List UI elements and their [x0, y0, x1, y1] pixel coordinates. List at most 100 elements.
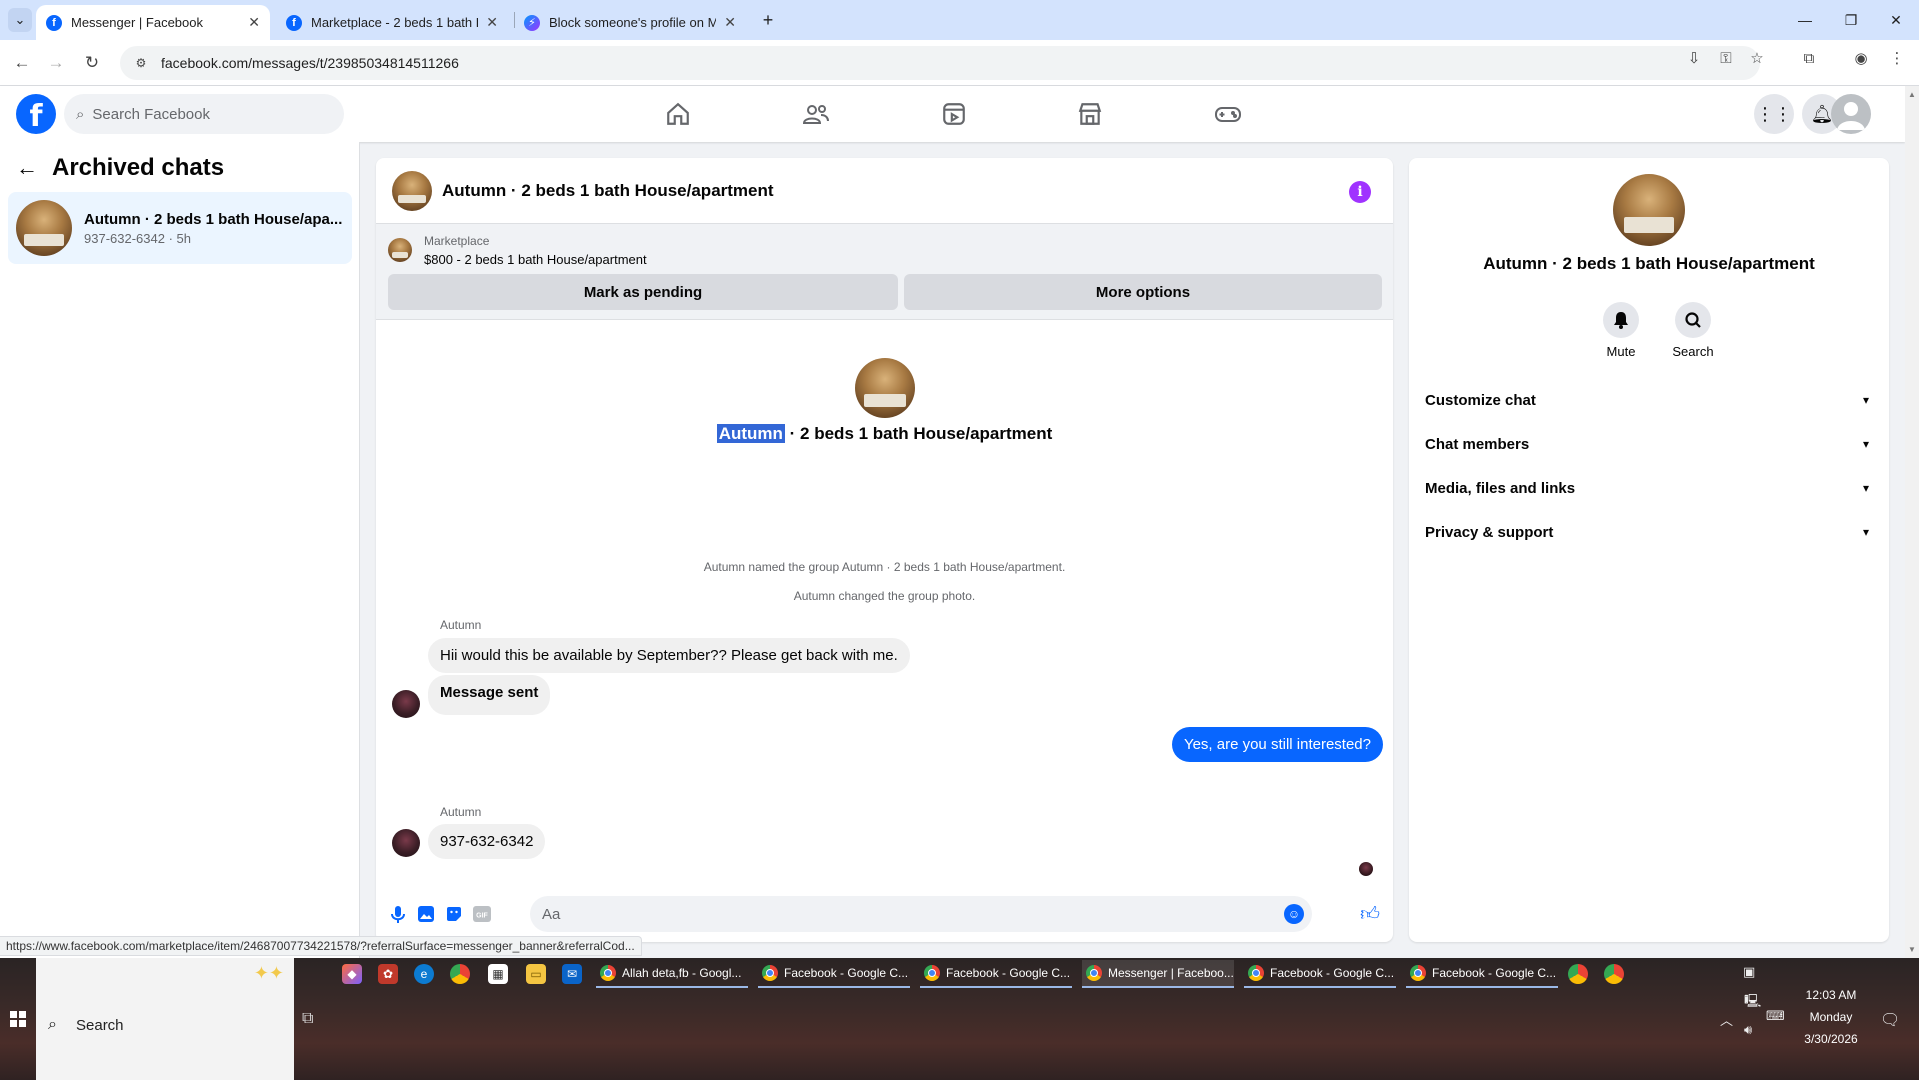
file-explorer-icon[interactable]: ▭ — [526, 964, 546, 984]
system-clock[interactable]: 12:03 AM Monday 3/30/2026 — [1790, 984, 1872, 1050]
tab-marketplace[interactable]: f Marketplace - 2 beds 1 bath Ho ✕ — [276, 5, 508, 40]
photo-gallery-icon[interactable] — [416, 904, 436, 924]
taskbar-app-title: Facebook - Google C... — [946, 966, 1071, 980]
thumbs-up-icon[interactable]: 👍︎ — [1360, 904, 1380, 925]
close-tab-icon[interactable]: ✕ — [724, 14, 736, 31]
mute-label: Mute — [1606, 344, 1636, 359]
extensions-icon[interactable]: ⧉ — [1800, 49, 1818, 67]
message-input-placeholder: Aa — [542, 905, 561, 923]
sender-avatar[interactable] — [392, 829, 420, 857]
privacy-support-section[interactable]: Privacy & support ▾ — [1425, 514, 1875, 550]
back-arrow-icon[interactable]: ← — [16, 155, 38, 181]
chat-list-item[interactable]: Autumn · 2 beds 1 bath House/apa... 937-… — [8, 192, 352, 264]
site-info-icon[interactable]: ⚙ — [133, 55, 149, 71]
taskbar-app-title: Facebook - Google C... — [784, 966, 909, 980]
forward-icon[interactable]: → — [44, 51, 68, 75]
taskbar-app-chrome[interactable]: Facebook - Google C... — [758, 960, 910, 988]
profile-icon[interactable]: ◉ — [1852, 49, 1870, 67]
scroll-down-arrow-icon[interactable]: ▼ — [1908, 945, 1916, 954]
taskbar-app-chrome[interactable]: Facebook - Google C... — [920, 960, 1072, 988]
listing-title[interactable]: $800 - 2 beds 1 bath House/apartment — [424, 252, 647, 267]
taskbar-app-chrome-active[interactable]: Messenger | Faceboo... — [1082, 960, 1234, 988]
scroll-up-arrow-icon[interactable]: ▲ — [1908, 90, 1916, 99]
chrome-icon[interactable] — [1604, 964, 1624, 984]
search-in-chat-button[interactable]: Search — [1663, 302, 1723, 359]
close-tab-icon[interactable]: ✕ — [248, 14, 260, 31]
pinned-app-icon[interactable]: ✿ — [378, 964, 398, 984]
sender-avatar[interactable] — [392, 690, 420, 718]
chrome-icon[interactable] — [1568, 964, 1588, 984]
windows-taskbar: ⌕ Search ✦✦ ⧉ ◆ ✿ e ▦ ▭ ✉ Allah deta,fb … — [0, 958, 1919, 1080]
nav-gaming-icon[interactable] — [1172, 86, 1284, 142]
mark-as-pending-button[interactable]: Mark as pending — [388, 274, 898, 310]
tab-search-dropdown-icon[interactable]: ⌄ — [8, 8, 32, 32]
microsoft-store-icon[interactable]: ▦ — [488, 964, 508, 984]
close-window-icon[interactable]: ✕ — [1873, 0, 1919, 40]
media-files-links-section[interactable]: Media, files and links ▾ — [1425, 470, 1875, 506]
network-icon[interactable]: 🖳︎ — [1744, 992, 1761, 1014]
tab-block-profile[interactable]: ⚡ Block someone's profile on Mes ✕ — [514, 5, 746, 40]
restore-icon[interactable]: ❐ — [1828, 0, 1874, 40]
password-key-icon[interactable]: ⚿ — [1717, 49, 1735, 67]
chevron-down-icon: ▾ — [1862, 393, 1869, 407]
menu-grid-icon[interactable]: ⋮⋮ — [1754, 94, 1794, 134]
conversation-avatar[interactable] — [392, 170, 432, 211]
tab-messenger[interactable]: f Messenger | Facebook ✕ — [36, 5, 270, 40]
message-bubble[interactable]: 937-632-6342 — [428, 824, 546, 859]
group-name: Autumn · 2 beds 1 bath House/apartment — [716, 424, 1052, 444]
nav-friends-icon[interactable] — [760, 86, 872, 142]
sticker-icon[interactable] — [444, 904, 464, 924]
listing-thumbnail[interactable] — [388, 238, 412, 262]
gif-icon[interactable]: GIF — [472, 904, 492, 924]
menu-kebab-icon[interactable]: ⋮ — [1888, 49, 1906, 67]
account-avatar[interactable] — [1831, 94, 1871, 134]
emoji-icon[interactable]: ☺ — [1284, 904, 1304, 924]
more-options-button[interactable]: More options — [904, 274, 1382, 310]
meet-now-icon[interactable]: ▣ — [1743, 964, 1755, 980]
outlook-icon[interactable]: ✉ — [562, 964, 582, 984]
facebook-search-box[interactable]: ⌕ Search Facebook — [64, 94, 344, 134]
bookmark-star-icon[interactable]: ☆ — [1748, 49, 1766, 67]
edge-browser-icon[interactable]: e — [414, 964, 434, 984]
page-scrollbar[interactable]: ▲ ▼ — [1905, 86, 1919, 958]
windows-start-icon[interactable] — [0, 958, 36, 1080]
keyboard-icon[interactable]: ⌨ — [1766, 1008, 1785, 1024]
notification-center-icon[interactable]: 🗨︎ — [1880, 1010, 1900, 1030]
my-message-bubble[interactable]: Yes, are you still interested? — [1171, 727, 1383, 762]
close-tab-icon[interactable]: ✕ — [486, 14, 498, 31]
task-view-icon[interactable]: ⧉ — [302, 1010, 313, 1028]
conversation-title[interactable]: Autumn · 2 beds 1 bath House/apartment — [442, 181, 774, 201]
search-placeholder[interactable]: Search Facebook — [92, 106, 210, 123]
nav-home-icon[interactable] — [622, 86, 734, 142]
volume-icon[interactable]: 🔊︎ — [1744, 1022, 1752, 1038]
url-text[interactable]: facebook.com/messages/t/2398503481451126… — [161, 55, 459, 71]
copilot-app-icon[interactable]: ◆ — [342, 964, 362, 984]
chat-members-section[interactable]: Chat members ▾ — [1425, 426, 1875, 462]
facebook-header: f ⌕ Search Facebook ⋮⋮ 🔔︎ — [0, 86, 1905, 142]
taskbar-app-chrome[interactable]: Facebook - Google C... — [1406, 960, 1558, 988]
taskbar-search-box[interactable]: ⌕ Search ✦✦ — [36, 958, 294, 1080]
link-status-bar: https://www.facebook.com/marketplace/ite… — [0, 936, 642, 956]
message-input[interactable]: Aa ☺ — [530, 896, 1312, 932]
section-label: Chat members — [1425, 435, 1530, 453]
nav-marketplace-icon[interactable] — [1034, 86, 1146, 142]
new-tab-icon[interactable]: + — [756, 8, 780, 32]
chrome-icon[interactable] — [450, 964, 470, 984]
nav-video-icon[interactable] — [898, 86, 1010, 142]
minimize-icon[interactable]: — — [1782, 0, 1828, 40]
customize-chat-section[interactable]: Customize chat ▾ — [1425, 382, 1875, 418]
taskbar-app-chrome[interactable]: Allah deta,fb - Googl... — [596, 960, 748, 988]
address-bar[interactable]: ⚙ facebook.com/messages/t/23985034814511… — [120, 46, 1760, 80]
microphone-icon[interactable] — [388, 904, 408, 924]
message-bubble[interactable]: Message sent — [428, 675, 551, 715]
conversation-panel: Autumn · 2 beds 1 bath House/apartment i… — [376, 158, 1393, 942]
mute-button[interactable]: Mute — [1591, 302, 1651, 359]
facebook-logo-icon[interactable]: f — [16, 94, 56, 134]
message-bubble[interactable]: Hii would this be available by September… — [428, 638, 910, 673]
install-app-icon[interactable]: ⇩ — [1685, 49, 1703, 67]
info-icon[interactable]: i — [1349, 181, 1371, 203]
back-icon[interactable]: ← — [10, 51, 34, 75]
show-hidden-icons-chevron-icon[interactable]: ︿ — [1720, 1010, 1733, 1029]
taskbar-app-chrome[interactable]: Facebook - Google C... — [1244, 960, 1396, 988]
reload-icon[interactable]: ↻ — [80, 51, 104, 75]
